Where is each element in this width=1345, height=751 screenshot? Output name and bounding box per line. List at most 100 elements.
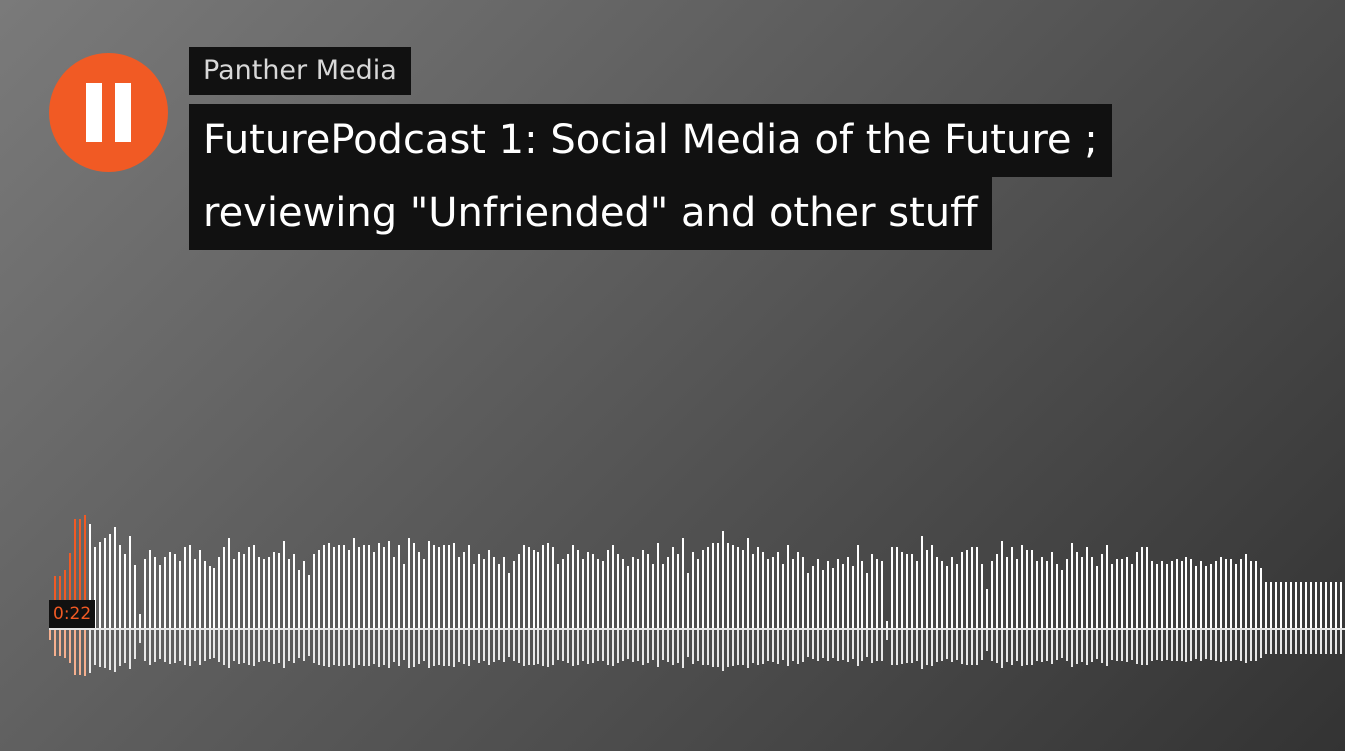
waveform-bar-reflection <box>1076 630 1078 664</box>
waveform-bar <box>827 561 829 628</box>
waveform-bar-reflection <box>637 630 639 661</box>
waveform-bar <box>194 559 196 628</box>
waveform-bar <box>931 545 933 628</box>
waveform-bar-reflection <box>1275 630 1277 654</box>
waveform-bar-reflection <box>1006 630 1008 662</box>
waveform-bar <box>233 559 235 628</box>
waveform-bar-reflection <box>542 630 544 666</box>
waveform-bar-reflection <box>717 630 719 667</box>
waveform-bar-reflection <box>458 630 460 662</box>
waveform-bar-reflection <box>707 630 709 665</box>
waveform-bar <box>712 543 714 628</box>
waveform-bar <box>99 542 101 628</box>
waveform-bar-reflection <box>383 630 385 665</box>
waveform-bar-reflection <box>1300 630 1302 654</box>
waveform-bar-reflection <box>393 630 395 662</box>
waveform-bar-reflection <box>1066 630 1068 661</box>
artist-link[interactable]: Panther Media <box>189 47 411 95</box>
waveform-bar-reflection <box>1051 630 1053 664</box>
waveform-bar-reflection <box>1001 630 1003 668</box>
waveform-bar-reflection <box>602 630 604 661</box>
waveform-bar <box>213 568 215 628</box>
waveform-bar-reflection <box>547 630 549 667</box>
waveform-bar-reflection <box>876 630 878 661</box>
waveform-bar-reflection <box>782 630 784 660</box>
waveform-bar-reflection <box>388 630 390 668</box>
waveform-bar <box>687 573 689 628</box>
waveform-bar <box>483 559 485 628</box>
waveform-bar <box>1335 582 1337 628</box>
waveform-bar-reflection <box>144 630 146 661</box>
waveform-bar-reflection <box>607 630 609 665</box>
waveform-bar <box>936 557 938 628</box>
track-title-line-2[interactable]: reviewing "Unfriended" and other stuff <box>189 177 992 250</box>
waveform-bar-reflection <box>149 630 151 665</box>
waveform-bar <box>787 545 789 628</box>
waveform-bar <box>1255 561 1257 628</box>
waveform-bar <box>223 547 225 628</box>
waveform-bar <box>383 547 385 628</box>
waveform-bar <box>1051 552 1053 628</box>
waveform-bar-reflection <box>273 630 275 664</box>
waveform-bar <box>627 566 629 628</box>
waveform-bar <box>258 557 260 628</box>
track-title-line-1[interactable]: FuturePodcast 1: Social Media of the Fut… <box>189 104 1112 177</box>
waveform-bar-reflection <box>453 630 455 667</box>
waveform-bar <box>293 554 295 628</box>
waveform-bar-reflection <box>438 630 440 665</box>
waveform-bar <box>857 545 859 628</box>
waveform-bar-reflection <box>1161 630 1163 661</box>
waveform-bar-reflection <box>1255 630 1257 661</box>
waveform-bar-reflection <box>537 630 539 664</box>
waveform-bar-reflection <box>423 630 425 661</box>
waveform-bar-reflection <box>687 630 689 657</box>
waveform-bar-reflection <box>692 630 694 664</box>
waveform-bar <box>996 554 998 628</box>
waveform-bar <box>104 538 106 628</box>
waveform-bar-reflection <box>582 630 584 661</box>
waveform-bar-reflection <box>59 630 61 656</box>
waveform-bar <box>722 531 724 628</box>
waveform-bar <box>572 545 574 628</box>
waveform-bar <box>174 554 176 628</box>
waveform-bar <box>533 550 535 628</box>
waveform-bar <box>318 550 320 628</box>
waveform-bar-reflection <box>857 630 859 666</box>
waveform-bar <box>1235 564 1237 628</box>
waveform-bar-reflection <box>617 630 619 663</box>
waveform-bar-reflection <box>822 630 824 658</box>
waveform-bar <box>218 557 220 628</box>
waveform-bar-reflection <box>941 630 943 661</box>
waveform-bar-reflection <box>747 630 749 668</box>
waveform-bar-reflection <box>812 630 814 659</box>
pause-button[interactable] <box>49 53 168 172</box>
waveform-bar-reflection <box>647 630 649 663</box>
waveform-bar <box>353 538 355 628</box>
waveform-bar <box>1026 550 1028 628</box>
waveform-bar-reflection <box>1136 630 1138 664</box>
waveform-bar <box>503 557 505 628</box>
waveform-bar <box>403 564 405 628</box>
waveform-bar-reflection <box>1215 630 1217 661</box>
waveform-bar-reflection <box>1200 630 1202 661</box>
waveform-seekbar[interactable] <box>49 505 1345 685</box>
waveform-bar-reflection <box>1320 630 1322 654</box>
waveform-bar <box>248 547 250 628</box>
audio-player: Panther Media FuturePodcast 1: Social Me… <box>0 0 1345 751</box>
waveform-bar <box>463 552 465 628</box>
waveform-bar <box>1295 582 1297 628</box>
waveform-bar-reflection <box>1265 630 1267 654</box>
waveform-bar-reflection <box>518 630 520 663</box>
waveform-bar <box>832 568 834 628</box>
waveform-bar <box>807 573 809 628</box>
waveform-bar <box>757 547 759 628</box>
waveform-bar <box>842 564 844 628</box>
waveform-bar <box>777 552 779 628</box>
waveform-bar-reflection <box>767 630 769 661</box>
waveform-bar <box>966 550 968 628</box>
waveform-bar-reflection <box>303 630 305 661</box>
waveform-bar-reflection <box>597 630 599 661</box>
waveform-bar <box>513 561 515 628</box>
waveform-bar <box>717 543 719 628</box>
waveform-bar <box>1225 559 1227 628</box>
